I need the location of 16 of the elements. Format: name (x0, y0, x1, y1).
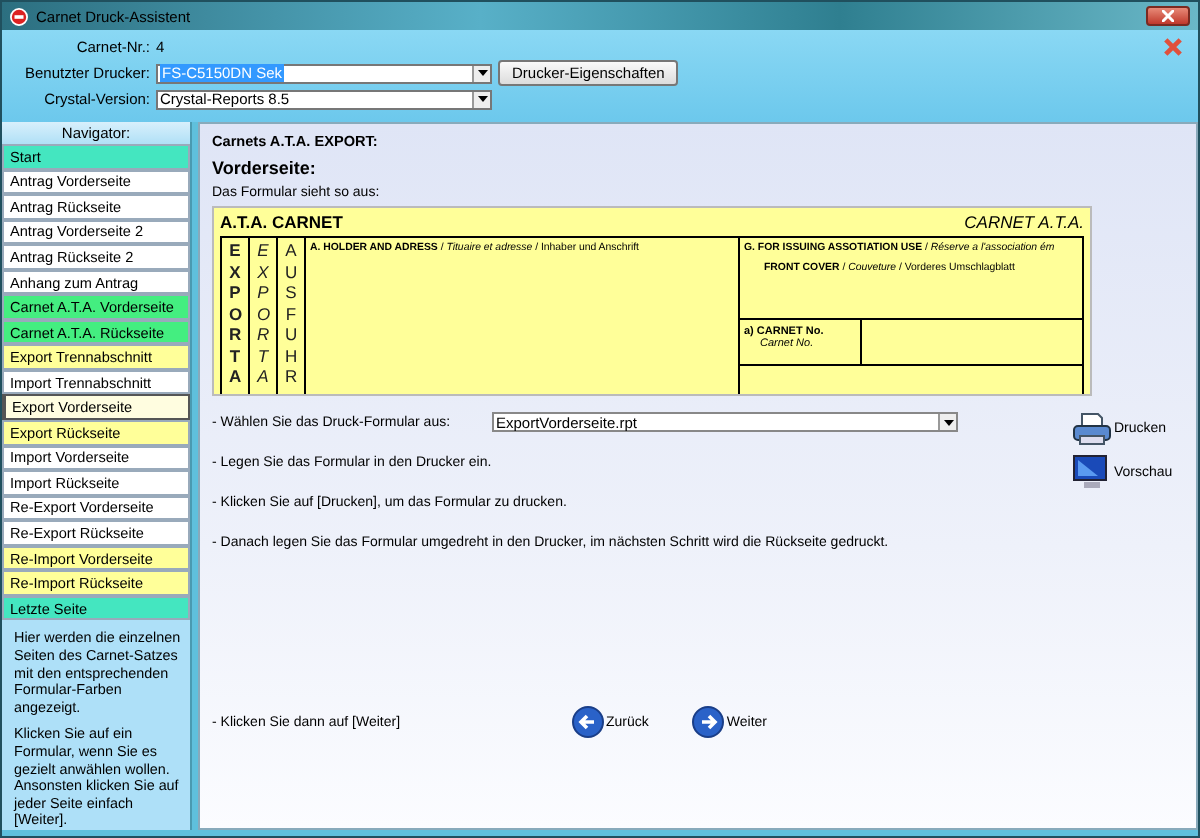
app-icon (10, 7, 28, 25)
vertical-label: EXPORTA (257, 238, 269, 390)
arrow-right-icon (692, 706, 725, 738)
window-close-button[interactable] (1146, 6, 1190, 26)
form-title: A.T.A. CARNET (220, 212, 343, 232)
dropdown-caret-icon (477, 96, 487, 102)
form-title-french: CARNET A.T.A. (964, 212, 1084, 232)
close-icon (1162, 10, 1174, 22)
dropdown-caret-icon (477, 70, 487, 76)
monitor-icon (1072, 454, 1112, 490)
printer-icon (1072, 411, 1112, 445)
dropdown-caret-icon (943, 419, 953, 425)
page-title: Vorderseite: (212, 158, 318, 178)
vertical-label: EXPORTA (229, 238, 241, 390)
arrow-left-icon (572, 706, 604, 738)
vertical-label: AUSFUHR (285, 238, 297, 390)
